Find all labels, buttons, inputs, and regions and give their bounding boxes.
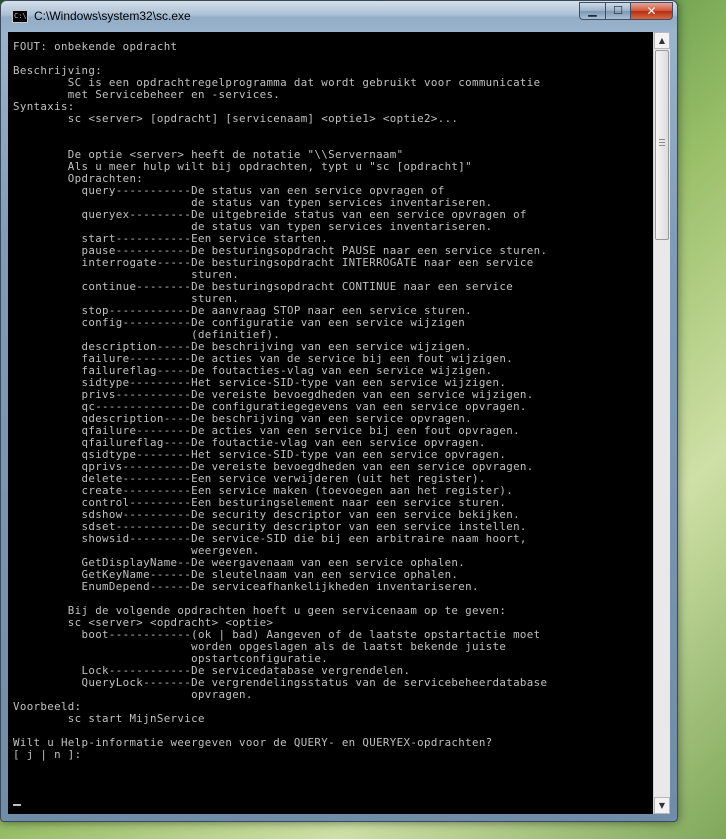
vertical-scrollbar[interactable]: ▲ ▼ xyxy=(653,32,670,814)
maximize-icon: ☐ xyxy=(613,4,623,17)
maximize-button[interactable]: ☐ xyxy=(605,2,631,20)
grip-line xyxy=(659,145,665,146)
scroll-down-button[interactable]: ▼ xyxy=(654,797,670,814)
scroll-up-button[interactable]: ▲ xyxy=(654,32,670,49)
console-line: FOUT: onbekende opdracht xyxy=(13,40,178,53)
title-bar[interactable]: C:\ C:\Windows\system32\sc.exe xyxy=(1,1,677,31)
console-line: Wilt u Help-informatie weergeven voor de… xyxy=(13,736,493,749)
minimize-icon: ▁ xyxy=(588,4,597,17)
arrow-up-icon: ▲ xyxy=(658,36,666,45)
grip-line xyxy=(659,139,665,140)
scrollbar-thumb[interactable] xyxy=(655,50,669,240)
console-line: sc start MijnService xyxy=(13,712,205,725)
close-icon: ✕ xyxy=(646,4,657,18)
console-app-icon[interactable]: C:\ xyxy=(12,10,28,23)
text-cursor xyxy=(13,804,21,806)
grip-line xyxy=(659,142,665,143)
console-window: C:\ C:\Windows\system32\sc.exe ▁ ☐ ✕ FOU… xyxy=(0,0,678,822)
console-text: FOUT: onbekende opdracht Beschrijving: S… xyxy=(13,41,547,761)
close-button[interactable]: ✕ xyxy=(630,2,673,20)
console-line: [ j | n ]: xyxy=(13,748,82,761)
console-output[interactable]: FOUT: onbekende opdracht Beschrijving: S… xyxy=(8,32,653,814)
console-line: EnumDepend------De serviceafhankelijkhed… xyxy=(13,580,479,593)
console-line: sc <server> [opdracht] [servicenaam] <op… xyxy=(13,112,459,125)
window-title: C:\Windows\system32\sc.exe xyxy=(34,9,191,23)
arrow-down-icon: ▼ xyxy=(658,801,666,810)
minimize-button[interactable]: ▁ xyxy=(579,2,606,20)
